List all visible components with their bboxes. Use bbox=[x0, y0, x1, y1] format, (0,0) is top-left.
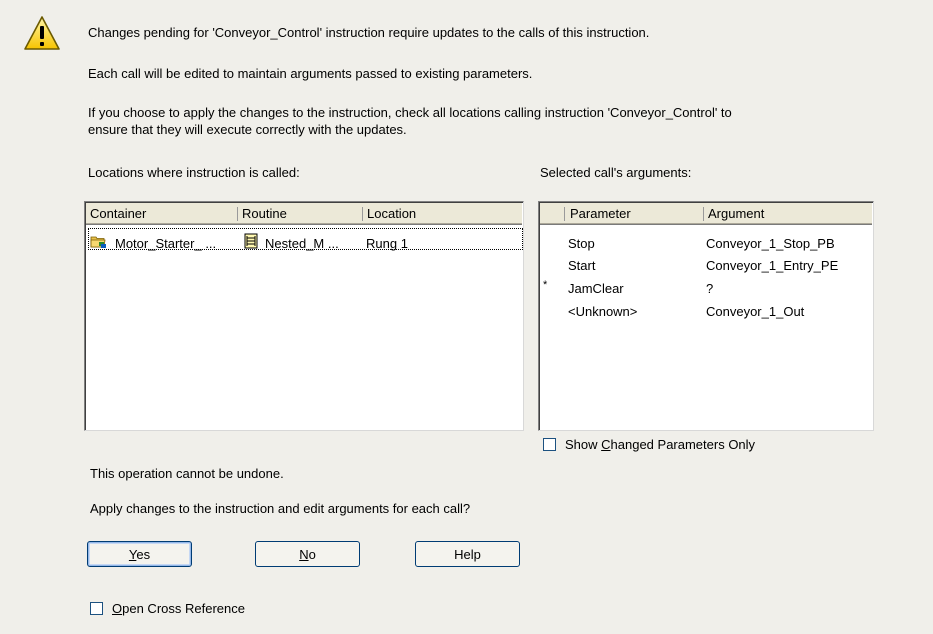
locations-header: Container Routine Location bbox=[86, 203, 522, 225]
no-button[interactable]: No bbox=[255, 541, 360, 567]
help-button[interactable]: Help bbox=[415, 541, 520, 567]
param-unknown[interactable]: <Unknown> bbox=[568, 303, 637, 320]
param-start[interactable]: Start bbox=[568, 257, 595, 274]
column-header-routine[interactable]: Routine bbox=[238, 203, 287, 224]
message-line-1: Changes pending for 'Conveyor_Control' i… bbox=[88, 25, 650, 40]
arguments-list[interactable]: Parameter Argument Stop Conveyor_1_Stop_… bbox=[538, 201, 874, 431]
locations-list[interactable]: Container Routine Location Motor_Starter… bbox=[84, 201, 524, 431]
open-cross-reference-checkbox[interactable] bbox=[90, 602, 103, 615]
cell-location: Rung 1 bbox=[366, 236, 408, 251]
open-cross-reference-label[interactable]: Open Cross Reference bbox=[112, 600, 245, 617]
arg-start[interactable]: Conveyor_1_Entry_PE bbox=[706, 257, 838, 274]
arg-stop[interactable]: Conveyor_1_Stop_PB bbox=[706, 235, 835, 252]
cell-container: Motor_Starter_ ... bbox=[115, 236, 217, 251]
warning-triangle-icon bbox=[24, 16, 60, 50]
arg-jamclear[interactable]: ? bbox=[706, 280, 713, 297]
column-header-container[interactable]: Container bbox=[86, 203, 146, 224]
column-header-argument[interactable]: Argument bbox=[704, 203, 764, 224]
message-line-3b: ensure that they will execute correctly … bbox=[88, 122, 407, 137]
locations-label: Locations where instruction is called: bbox=[88, 165, 300, 180]
undo-warning: This operation cannot be undone. bbox=[90, 466, 284, 481]
row-marker: * bbox=[543, 279, 548, 291]
question-text: Apply changes to the instruction and edi… bbox=[90, 501, 471, 516]
routine-icon bbox=[244, 233, 258, 249]
column-header-parameter[interactable]: Parameter bbox=[566, 203, 631, 224]
arguments-label: Selected call's arguments: bbox=[540, 165, 692, 180]
message-line-2: Each call will be edited to maintain arg… bbox=[88, 66, 533, 81]
column-header-location[interactable]: Location bbox=[363, 203, 416, 224]
param-jamclear[interactable]: JamClear bbox=[568, 280, 624, 297]
param-stop[interactable]: Stop bbox=[568, 235, 595, 252]
yes-button[interactable]: Yes bbox=[87, 541, 192, 567]
message-line-3a: If you choose to apply the changes to th… bbox=[88, 105, 732, 120]
arguments-header: Parameter Argument bbox=[540, 203, 872, 225]
cell-routine: Nested_M ... bbox=[265, 236, 339, 251]
show-changed-checkbox[interactable] bbox=[543, 438, 556, 451]
show-changed-label[interactable]: Show Changed Parameters Only bbox=[565, 436, 755, 453]
arg-unknown[interactable]: Conveyor_1_Out bbox=[706, 303, 804, 320]
program-folder-icon bbox=[90, 236, 106, 248]
